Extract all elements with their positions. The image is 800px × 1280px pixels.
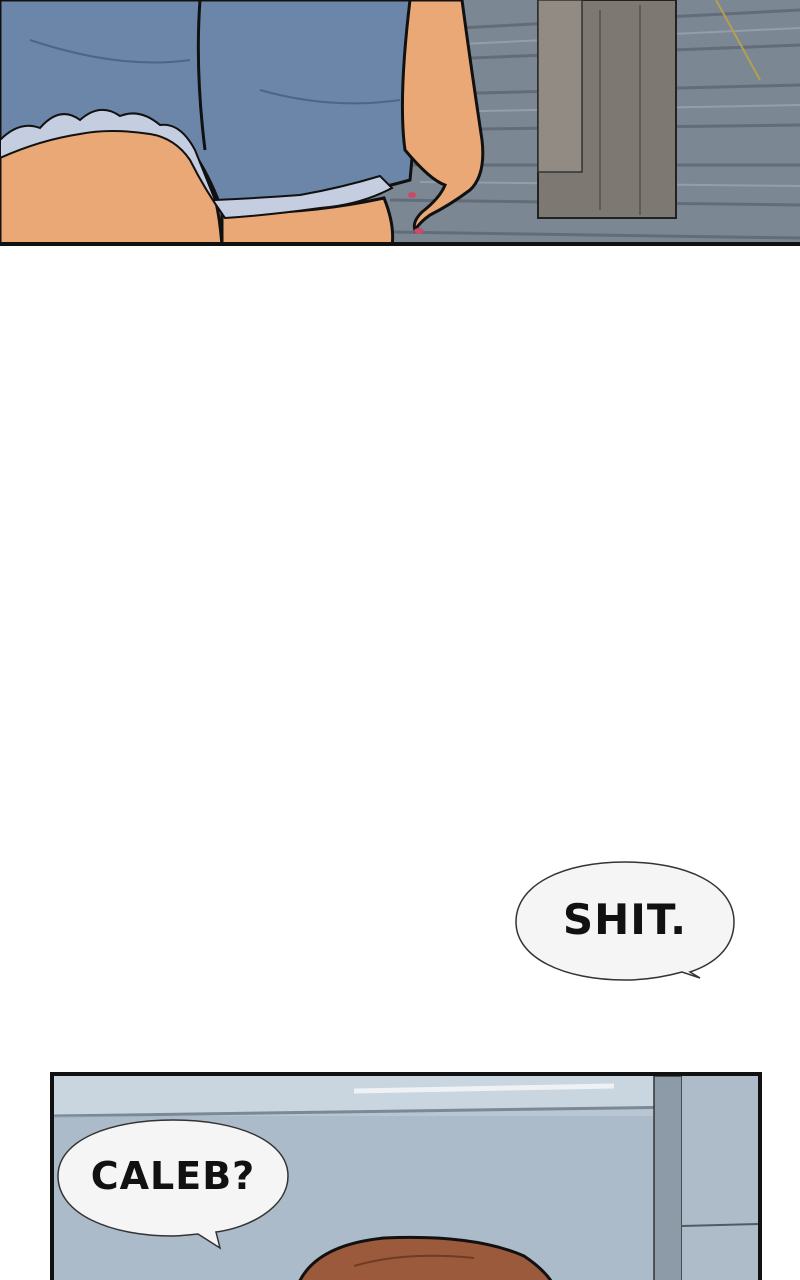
speech-bubble-shit: SHIT. [514,860,736,986]
top-panel-art [0,0,800,242]
door-frame [653,1076,683,1280]
door-panel [682,1076,758,1280]
speech-bubble-text: CALEB? [90,1154,256,1198]
speech-bubble-text: SHIT. [562,894,688,944]
comic-page: SHIT. CALEB? [0,0,800,1280]
speech-bubble-caleb: CALEB? [56,1118,290,1250]
top-panel [0,0,800,246]
